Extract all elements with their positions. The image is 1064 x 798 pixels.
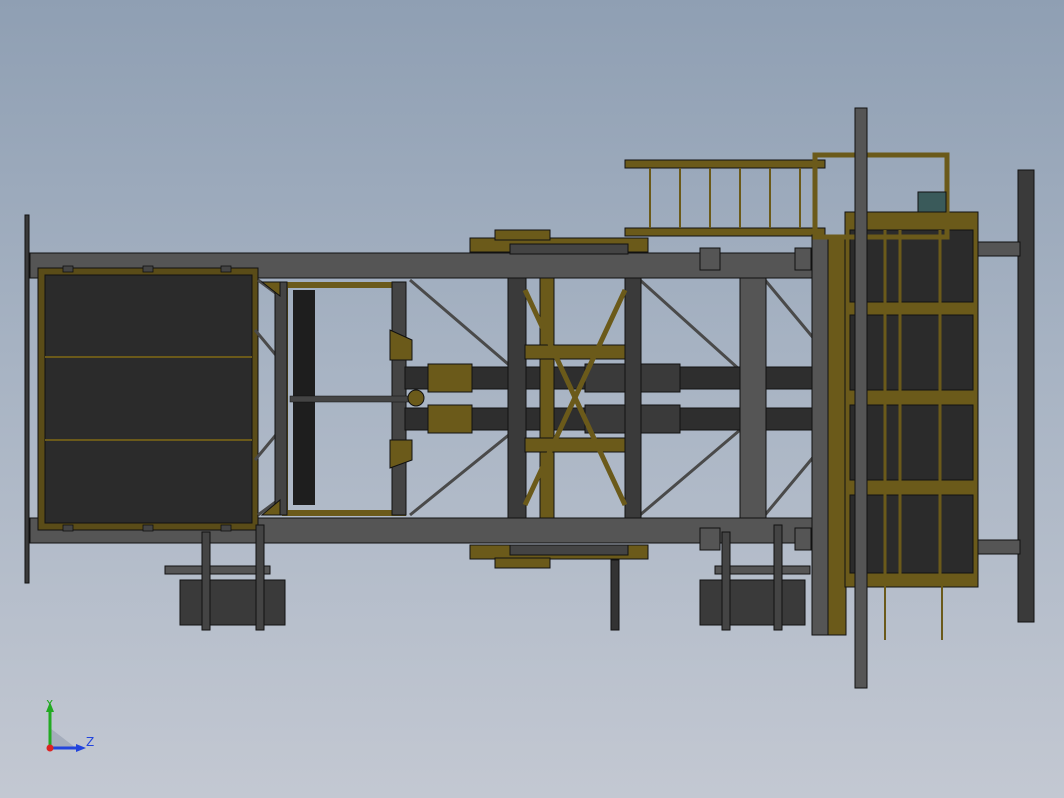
ladder	[624, 159, 826, 237]
right-panel-1	[849, 229, 974, 303]
right-vertical-beam	[811, 234, 831, 636]
coordinate-triad-icon: Y Z	[45, 697, 94, 752]
bottom-clamp	[469, 544, 649, 569]
right-panel-4	[849, 494, 974, 574]
lower-cylinder	[427, 404, 473, 434]
center-column-left	[507, 277, 527, 519]
right-panel-2	[849, 314, 974, 391]
vertical-post	[854, 107, 868, 689]
left-box-panel	[44, 274, 253, 524]
top-clamp	[469, 229, 649, 255]
cad-viewport[interactable]: Y Z	[0, 0, 1064, 798]
coordinate-triad: Y Z	[40, 697, 100, 760]
z-axis-label: Z	[86, 735, 94, 749]
y-axis-label: Y	[45, 700, 54, 711]
upper-cylinder	[427, 363, 473, 393]
right-panel-3	[849, 404, 974, 481]
assembly-model[interactable]	[0, 0, 1064, 798]
left-end-plate	[24, 214, 30, 584]
center-column-right	[624, 277, 642, 519]
